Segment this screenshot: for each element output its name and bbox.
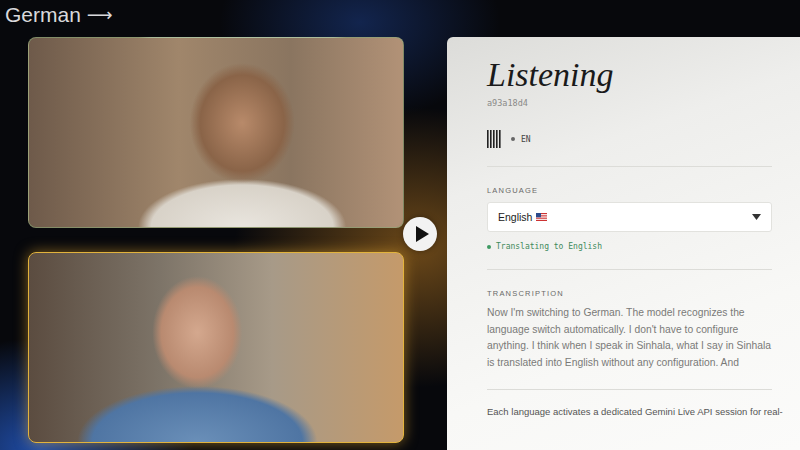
- language-label: LANGUAGE: [487, 186, 772, 195]
- play-icon: [414, 225, 430, 243]
- divider: [487, 269, 772, 270]
- side-panel: Listening a93a18d4 EN LANGUAGE English Transl…: [447, 37, 800, 450]
- language-header: German⟶: [0, 0, 800, 37]
- audio-language: EN: [521, 135, 531, 144]
- status-dot: [487, 245, 491, 249]
- divider: [487, 389, 772, 390]
- transcription-text: Now I'm switching to German. The model r…: [487, 305, 772, 371]
- video-frame: [28, 252, 404, 443]
- page: German⟶ Listening a93a18d4 EN LANGUAGE Englis…: [0, 0, 800, 450]
- main-area: Listening a93a18d4 EN LANGUAGE English Transl…: [0, 37, 800, 450]
- status-title: Listening: [487, 55, 772, 95]
- audio-bars-icon: [487, 130, 501, 148]
- arrow-icon: ⟶: [87, 0, 113, 30]
- play-button[interactable]: [403, 217, 437, 251]
- translation-status: Translating to English: [487, 242, 772, 251]
- session-id: a93a18d4: [487, 98, 772, 108]
- video-column: [28, 37, 404, 450]
- audio-dot: [511, 137, 515, 141]
- chevron-down-icon: [752, 214, 761, 220]
- divider: [487, 166, 772, 167]
- header-label: German: [5, 0, 81, 30]
- transcription-label: TRANSCRIPTION: [487, 289, 772, 298]
- language-select[interactable]: English: [487, 202, 772, 232]
- us-flag-icon: [536, 213, 547, 221]
- language-value: English: [498, 211, 532, 223]
- translation-status-text: Translating to English: [496, 242, 602, 251]
- audio-indicator: EN: [487, 130, 772, 148]
- footer-note: Each language activates a dedicated Gemi…: [487, 406, 772, 417]
- video-frame: [28, 37, 404, 228]
